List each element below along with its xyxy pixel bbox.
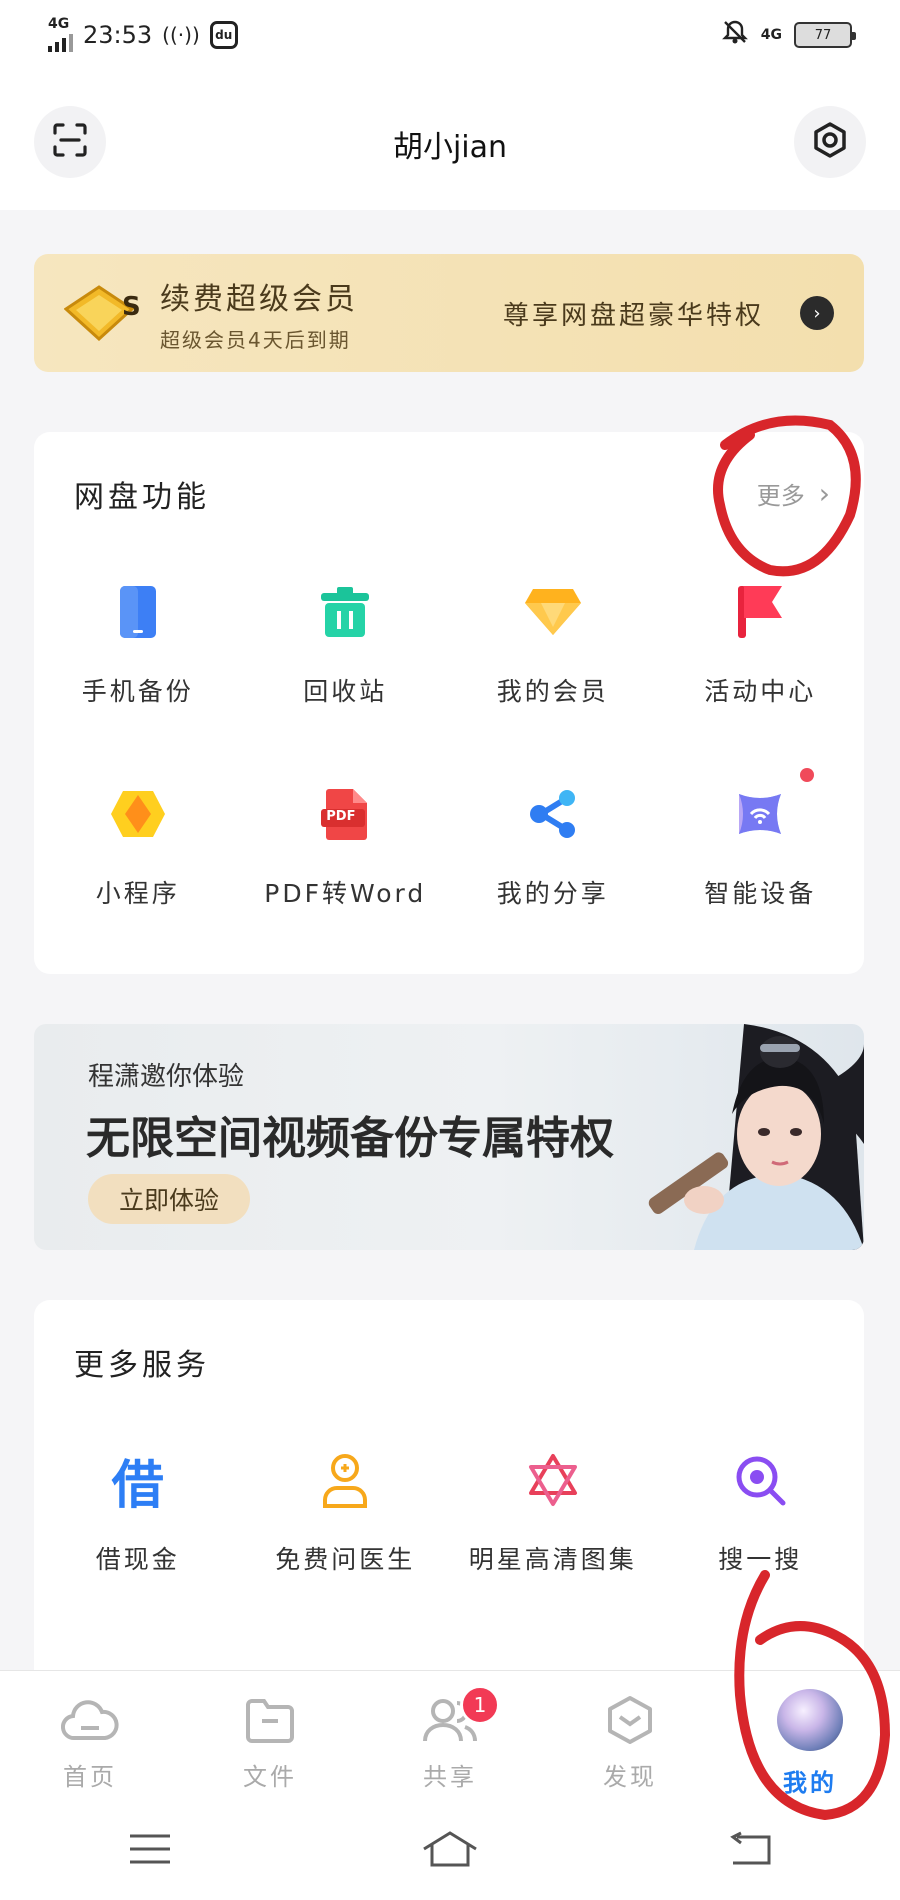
mute-bell-icon	[721, 18, 749, 52]
try-now-button[interactable]: 立即体验	[88, 1174, 250, 1224]
tab-mine[interactable]: 我的	[720, 1671, 900, 1798]
network-type: 4G	[48, 16, 70, 32]
tab-label: 文件	[243, 1763, 297, 1791]
feature-phone-backup[interactable]: 手机备份	[34, 582, 242, 708]
doctor-icon	[315, 1450, 375, 1510]
video-backup-promo-banner[interactable]: 程潇邀你体验 无限空间视频备份专属特权 立即体验	[34, 1024, 864, 1250]
service-cash-loan[interactable]: 借 借现金	[34, 1450, 242, 1576]
username: 胡小jian	[392, 130, 508, 165]
system-navigation-bar	[0, 1798, 900, 1900]
feature-label: 活动中心	[704, 677, 817, 706]
vip-expiry-text: 超级会员4天后到期	[160, 327, 351, 352]
promo-subtitle: 程潇邀你体验	[88, 1062, 245, 1092]
feature-label: 我的分享	[496, 879, 609, 908]
pdf-badge-text: PDF	[326, 809, 356, 824]
section-title: 更多服务	[74, 1348, 210, 1383]
flag-icon	[730, 582, 790, 642]
feature-label: 手机备份	[81, 677, 194, 706]
more-services-card: 更多服务 借 借现金 免费问医生 明星高清图集 搜一搜	[34, 1300, 864, 1700]
feature-label: PDF转Word	[264, 879, 427, 908]
feature-my-membership[interactable]: 我的会员	[449, 582, 657, 708]
smart-device-icon	[730, 784, 790, 844]
feature-label: 小程序	[95, 879, 180, 908]
service-free-doctor[interactable]: 免费问医生	[242, 1450, 450, 1576]
new-dot-badge	[800, 768, 814, 782]
tab-label: 我的	[783, 1769, 837, 1797]
bottom-tab-bar: 首页 文件 1 共享 发现 我的	[0, 1670, 900, 1798]
more-label: 更多	[756, 482, 805, 510]
tab-label: 首页	[63, 1763, 117, 1791]
section-title: 网盘功能	[74, 480, 210, 515]
gear-icon	[810, 120, 850, 164]
feature-recycle-bin[interactable]: 回收站	[242, 582, 450, 708]
tab-home[interactable]: 首页	[0, 1671, 180, 1798]
service-star-gallery[interactable]: 明星高清图集	[449, 1450, 657, 1576]
feature-smart-devices[interactable]: 智能设备	[657, 768, 865, 910]
diamond-icon	[523, 582, 583, 642]
app-notification-icon: du	[209, 21, 238, 49]
feature-label: 回收站	[303, 677, 388, 706]
tab-label: 发现	[603, 1763, 657, 1791]
more-features-link[interactable]: 更多 ›	[757, 476, 830, 511]
back-icon[interactable]	[720, 1824, 780, 1874]
cash-loan-icon: 借	[111, 1455, 164, 1516]
pdf-icon: PDF	[315, 784, 375, 844]
vip-badge-letter: S	[122, 292, 141, 322]
service-search[interactable]: 搜一搜	[657, 1450, 865, 1576]
disk-features-card: 网盘功能 更多 › 手机备份 回收站 我的会员 活动中心 小程序 PDF PDF…	[34, 432, 864, 974]
phone-backup-icon	[108, 582, 168, 642]
tab-share[interactable]: 1 共享	[360, 1671, 540, 1798]
battery-icon: 77	[794, 22, 856, 48]
home-icon[interactable]	[420, 1824, 480, 1874]
profile-header: 胡小jian	[0, 70, 900, 210]
vip-title: 续费超级会员	[160, 281, 358, 317]
settings-button[interactable]	[794, 106, 866, 178]
service-label: 免费问医生	[275, 1545, 416, 1574]
hotspot-icon: ((·))	[162, 23, 200, 47]
feature-activity-center[interactable]: 活动中心	[657, 582, 865, 708]
service-label: 借现金	[95, 1545, 180, 1574]
mini-program-icon	[108, 784, 168, 844]
feature-label: 我的会员	[496, 677, 609, 706]
battery-level: 77	[814, 27, 832, 43]
service-label: 搜一搜	[718, 1545, 803, 1574]
cellular-signal-icon: 4G	[48, 16, 73, 52]
feature-mini-program[interactable]: 小程序	[34, 784, 242, 910]
tab-files[interactable]: 文件	[180, 1671, 360, 1798]
cloud-home-icon	[60, 1695, 120, 1745]
clock: 23:53	[83, 21, 153, 49]
chevron-right-icon[interactable]: ›	[800, 296, 834, 330]
status-bar: 4G 23:53 ((·)) du 4G 77	[0, 0, 900, 70]
menu-icon[interactable]	[120, 1824, 180, 1874]
recycle-bin-icon	[315, 582, 375, 642]
tab-label: 共享	[423, 1763, 477, 1791]
unread-badge: 1	[460, 1685, 500, 1725]
avatar	[777, 1689, 843, 1751]
vip-renew-banner[interactable]: S 续费超级会员 超级会员4天后到期 尊享网盘超豪华特权 ›	[34, 254, 864, 372]
service-label: 明星高清图集	[468, 1545, 637, 1574]
star-gallery-icon	[523, 1450, 583, 1510]
feature-label: 智能设备	[704, 879, 817, 908]
share-icon	[523, 784, 583, 844]
feature-pdf-to-word[interactable]: PDF PDF转Word	[242, 784, 450, 910]
tab-discover[interactable]: 发现	[540, 1671, 720, 1798]
folder-icon	[240, 1695, 300, 1745]
chevron-right-icon: ›	[818, 477, 830, 510]
vip-privilege-text: 尊享网盘超豪华特权	[502, 300, 764, 331]
feature-my-shares[interactable]: 我的分享	[449, 784, 657, 910]
discover-icon	[600, 1695, 660, 1745]
network-type-right: 4G	[760, 27, 782, 43]
promo-celebrity-image	[648, 1024, 864, 1250]
search-icon	[730, 1450, 790, 1510]
